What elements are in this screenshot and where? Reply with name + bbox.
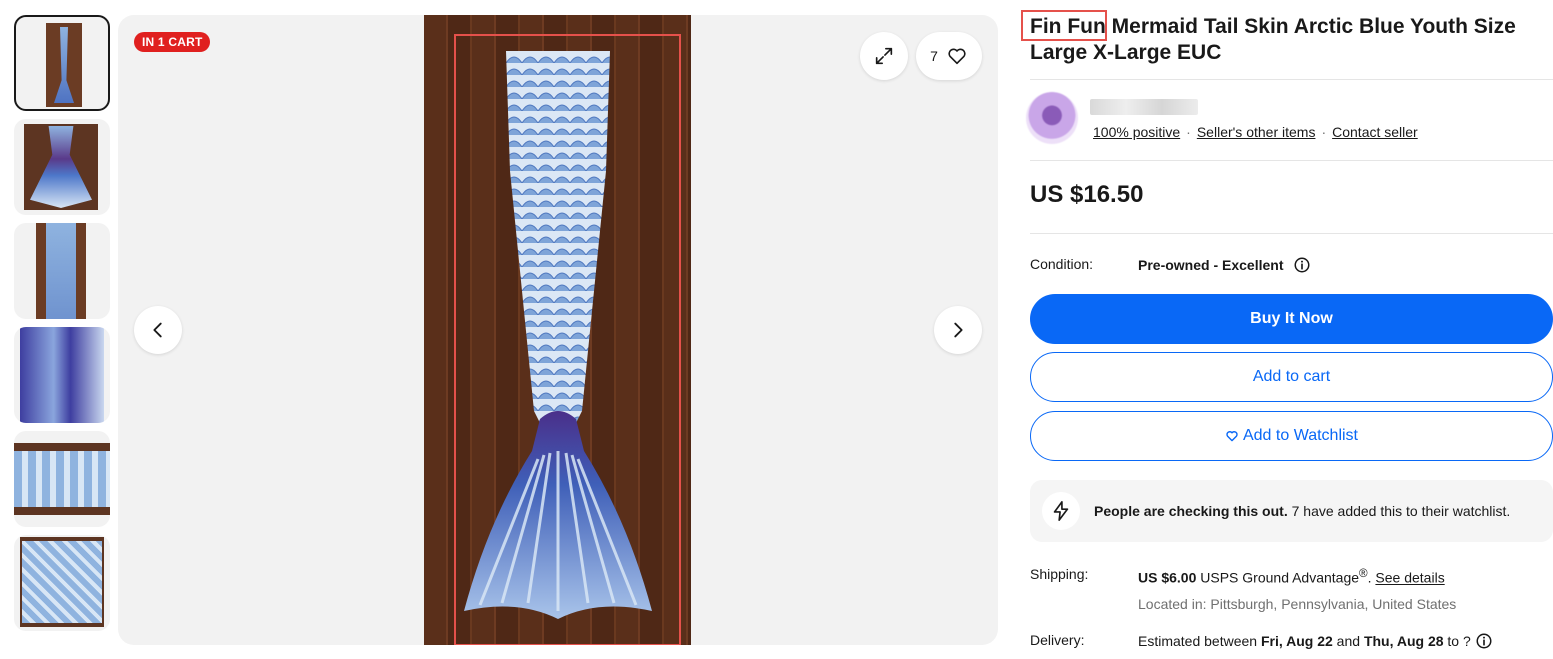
registered-mark: ®	[1359, 567, 1368, 580]
seller-avatar[interactable]	[1026, 92, 1078, 144]
delivery-label: Delivery:	[1030, 632, 1085, 648]
thumbnail-strip	[14, 15, 110, 659]
notice-bold: People are checking this out.	[1094, 503, 1288, 519]
image-highlight-box	[454, 34, 681, 645]
delivery-and: and	[1332, 633, 1364, 649]
chevron-right-icon	[954, 322, 963, 338]
expand-image-button[interactable]	[860, 32, 908, 80]
shipping-value: US $6.00 USPS Ground Advantage®. See det…	[1138, 567, 1445, 586]
notice-text: People are checking this out. 7 have add…	[1094, 503, 1510, 519]
divider	[1030, 233, 1553, 234]
title-highlight-box	[1021, 10, 1107, 41]
listing-title: Fin Fun Mermaid Tail Skin Arctic Blue Yo…	[1030, 14, 1553, 66]
chevron-left-icon	[153, 322, 162, 338]
add-to-cart-button[interactable]: Add to cart	[1030, 352, 1553, 402]
separator-dot: ·	[1321, 124, 1327, 140]
in-cart-badge: IN 1 CART	[134, 32, 211, 52]
info-icon[interactable]	[1293, 256, 1311, 274]
delivery-suffix: to ?	[1443, 633, 1471, 649]
seller-other-items-link[interactable]: Seller's other items	[1197, 124, 1316, 140]
watch-count-button[interactable]: 7	[916, 32, 982, 80]
thumbnail-6[interactable]	[14, 535, 110, 631]
condition-value: Pre-owned - Excellent	[1138, 257, 1284, 273]
thumbnail-1[interactable]	[14, 15, 110, 111]
next-image-button[interactable]	[934, 306, 982, 354]
contact-seller-link[interactable]: Contact seller	[1332, 124, 1418, 140]
see-details-link[interactable]: See details	[1375, 570, 1444, 586]
heart-icon	[948, 48, 966, 65]
thumbnail-2[interactable]	[14, 119, 110, 215]
condition-label: Condition:	[1030, 256, 1094, 272]
lightning-icon	[1042, 492, 1080, 530]
condition-value-row: Pre-owned - Excellent	[1138, 256, 1311, 274]
divider	[1030, 160, 1553, 161]
listing-details: Fin Fun Mermaid Tail Skin Arctic Blue Yo…	[1021, 0, 1553, 659]
price: US $16.50	[1030, 181, 1144, 208]
thumbnail-5[interactable]	[14, 431, 110, 527]
shipping-service: USPS Ground Advantage	[1196, 569, 1360, 586]
seller-name-blurred[interactable]	[1090, 99, 1198, 115]
heart-icon	[1226, 431, 1238, 442]
watchers-notice: People are checking this out. 7 have add…	[1030, 480, 1553, 542]
seller-links: 100% positive · Seller's other items · C…	[1093, 124, 1418, 140]
expand-icon	[875, 47, 893, 65]
info-icon[interactable]	[1475, 632, 1493, 650]
watch-count: 7	[930, 48, 938, 64]
shipping-cost: US $6.00	[1138, 569, 1197, 586]
divider	[1030, 79, 1553, 80]
item-location: Located in: Pittsburgh, Pennsylvania, Un…	[1138, 596, 1457, 612]
delivery-value: Estimated between Fri, Aug 22 and Thu, A…	[1138, 632, 1493, 650]
separator-dot: ·	[1186, 124, 1191, 140]
thumbnail-3[interactable]	[14, 223, 110, 319]
delivery-start: Fri, Aug 22	[1260, 633, 1333, 649]
thumbnail-4[interactable]	[14, 327, 110, 423]
add-to-watchlist-label: Add to Watchlist	[1242, 427, 1358, 444]
notice-rest: 7 have added this to their watchlist.	[1287, 503, 1511, 519]
buy-it-now-button[interactable]: Buy It Now	[1030, 294, 1553, 344]
delivery-end: Thu, Aug 28	[1363, 633, 1444, 649]
delivery-prefix: Estimated between	[1138, 633, 1261, 649]
previous-image-button[interactable]	[134, 306, 182, 354]
shipping-label: Shipping:	[1030, 566, 1089, 582]
add-to-watchlist-button[interactable]: Add to Watchlist	[1030, 411, 1553, 461]
image-viewer: IN 1 CART 7	[118, 15, 998, 645]
seller-feedback-link[interactable]: 100% positive	[1093, 124, 1180, 140]
